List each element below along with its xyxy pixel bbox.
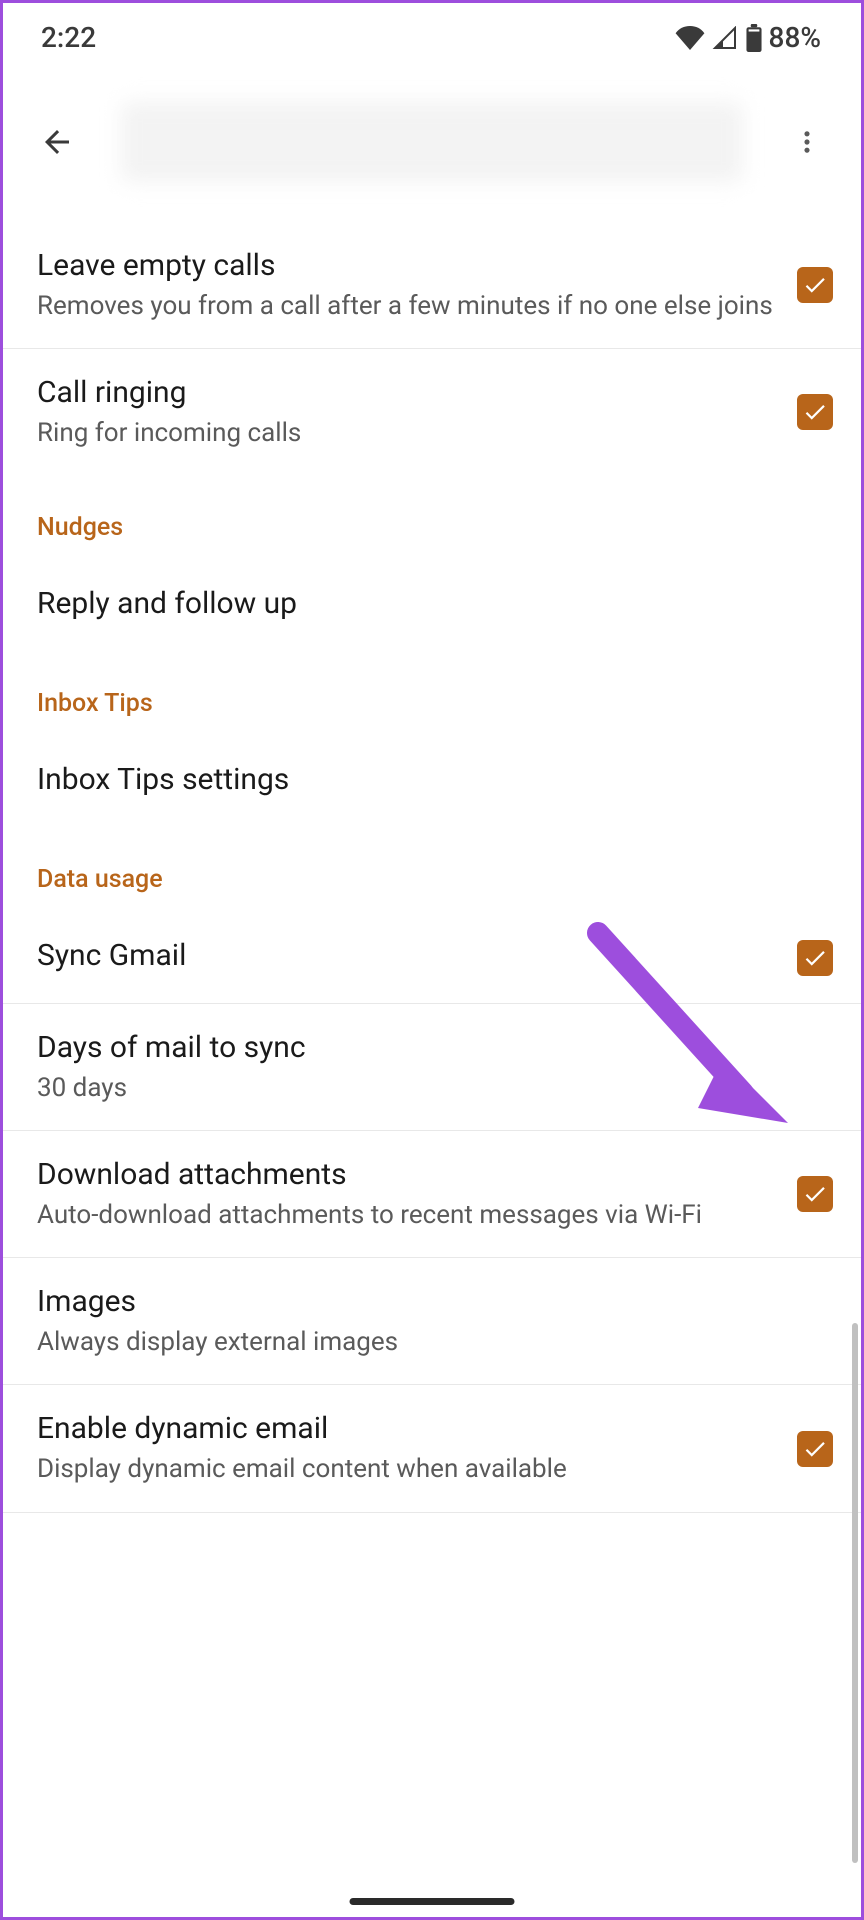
- section-header-inbox-tips: Inbox Tips: [3, 651, 861, 736]
- setting-reply-follow-up[interactable]: Reply and follow up: [3, 560, 861, 651]
- setting-subtitle: Display dynamic email content when avail…: [37, 1452, 781, 1487]
- checkbox-leave-empty-calls[interactable]: [797, 267, 833, 303]
- checkbox-sync-gmail[interactable]: [797, 940, 833, 976]
- more-menu-button[interactable]: [783, 118, 831, 166]
- checkbox-call-ringing[interactable]: [797, 394, 833, 430]
- checkbox-download-attachments[interactable]: [797, 1176, 833, 1212]
- scroll-indicator: [852, 1323, 858, 1863]
- status-icons: 88%: [675, 21, 821, 54]
- setting-title: Download attachments: [37, 1155, 781, 1194]
- setting-title: Call ringing: [37, 373, 781, 412]
- setting-title: Days of mail to sync: [37, 1028, 833, 1067]
- setting-days-sync[interactable]: Days of mail to sync 30 days: [3, 1004, 861, 1131]
- setting-call-ringing[interactable]: Call ringing Ring for incoming calls: [3, 349, 861, 475]
- battery-percent: 88%: [769, 21, 821, 54]
- wifi-icon: [675, 26, 705, 50]
- setting-download-attachments[interactable]: Download attachments Auto-download attac…: [3, 1131, 861, 1258]
- app-bar: [3, 62, 861, 222]
- back-button[interactable]: [33, 118, 81, 166]
- setting-title: Images: [37, 1282, 833, 1321]
- setting-title: Inbox Tips settings: [37, 760, 833, 799]
- setting-dynamic-email[interactable]: Enable dynamic email Display dynamic ema…: [3, 1385, 861, 1512]
- check-icon: [802, 1181, 828, 1207]
- setting-subtitle: 30 days: [37, 1071, 833, 1106]
- setting-leave-empty-calls[interactable]: Leave empty calls Removes you from a cal…: [3, 222, 861, 349]
- battery-icon: [745, 24, 763, 52]
- setting-subtitle: Always display external images: [37, 1325, 833, 1360]
- setting-sync-gmail[interactable]: Sync Gmail: [3, 912, 861, 1004]
- check-icon: [802, 945, 828, 971]
- more-vert-icon: [793, 128, 821, 156]
- setting-title: Enable dynamic email: [37, 1409, 781, 1448]
- setting-title: Sync Gmail: [37, 936, 781, 975]
- arrow-back-icon: [39, 124, 75, 160]
- settings-list: Leave empty calls Removes you from a cal…: [3, 222, 861, 1513]
- checkbox-dynamic-email[interactable]: [797, 1431, 833, 1467]
- setting-images[interactable]: Images Always display external images: [3, 1258, 861, 1385]
- section-header-data-usage: Data usage: [3, 827, 861, 912]
- navigation-bar-handle[interactable]: [350, 1898, 515, 1905]
- page-title-redacted: [121, 102, 743, 182]
- section-header-nudges: Nudges: [3, 475, 861, 560]
- setting-subtitle: Ring for incoming calls: [37, 416, 781, 451]
- check-icon: [802, 399, 828, 425]
- status-bar: 2:22 88%: [3, 3, 861, 62]
- signal-icon: [711, 26, 739, 50]
- setting-subtitle: Removes you from a call after a few minu…: [37, 289, 781, 324]
- check-icon: [802, 1436, 828, 1462]
- check-icon: [802, 272, 828, 298]
- setting-title: Reply and follow up: [37, 584, 833, 623]
- setting-subtitle: Auto-download attachments to recent mess…: [37, 1198, 781, 1233]
- status-time: 2:22: [41, 21, 96, 54]
- setting-inbox-tips[interactable]: Inbox Tips settings: [3, 736, 861, 827]
- setting-title: Leave empty calls: [37, 246, 781, 285]
